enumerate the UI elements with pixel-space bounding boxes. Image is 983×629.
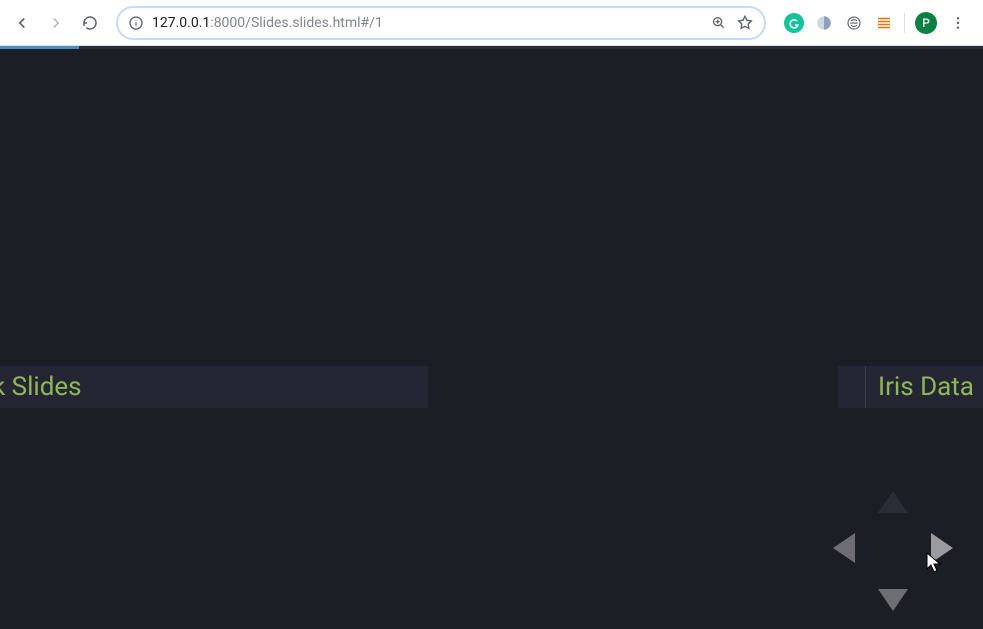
slide-cell-border <box>838 366 866 408</box>
url-display: 127.0.0.1:8000/Slides.slides.html#/1 <box>152 15 702 31</box>
arrow-right-icon <box>47 14 65 32</box>
grammarly-extension-icon[interactable] <box>784 13 804 33</box>
chevron-down-icon <box>878 589 908 611</box>
jupyter-extension-icon[interactable] <box>874 13 894 33</box>
url-host: 127.0.0.1 <box>152 15 210 31</box>
nav-up-button <box>878 491 908 513</box>
chrome-menu-button[interactable] <box>947 12 969 34</box>
extension-icons: P <box>778 12 975 34</box>
back-button[interactable] <box>8 9 36 37</box>
chevron-left-icon <box>833 533 855 563</box>
browser-toolbar: 127.0.0.1:8000/Slides.slides.html#/1 P <box>0 0 983 46</box>
chevron-up-icon <box>878 491 908 513</box>
progress-bar <box>0 46 983 49</box>
dots-vertical-icon <box>950 15 966 31</box>
bookmark-star-icon[interactable] <box>736 14 754 32</box>
toolbar-divider <box>904 13 905 33</box>
address-bar[interactable]: 127.0.0.1:8000/Slides.slides.html#/1 <box>116 6 766 40</box>
url-path: /Slides.slides.html#/1 <box>245 15 383 31</box>
profile-avatar[interactable]: P <box>915 12 937 34</box>
next-slide-title: Iris Data <box>866 372 974 402</box>
url-port: :8000 <box>210 15 245 31</box>
progress-fill <box>0 46 79 49</box>
nav-left-button[interactable] <box>833 533 855 563</box>
previous-slide-title: k Slides <box>0 372 82 402</box>
arrow-left-icon <box>13 14 31 32</box>
nav-down-button[interactable] <box>878 589 908 611</box>
previous-slide-peek[interactable]: k Slides <box>0 366 428 408</box>
reload-icon <box>81 14 99 32</box>
reload-button[interactable] <box>76 9 104 37</box>
next-slide-peek[interactable]: Iris Data <box>838 366 983 408</box>
extension-icon-2[interactable] <box>814 13 834 33</box>
site-info-icon[interactable] <box>128 15 144 31</box>
forward-button <box>42 9 70 37</box>
extension-icon-3[interactable] <box>844 13 864 33</box>
presentation-viewport: k Slides Iris Data <box>0 46 983 629</box>
mouse-cursor <box>925 551 945 571</box>
zoom-icon[interactable] <box>710 14 728 32</box>
